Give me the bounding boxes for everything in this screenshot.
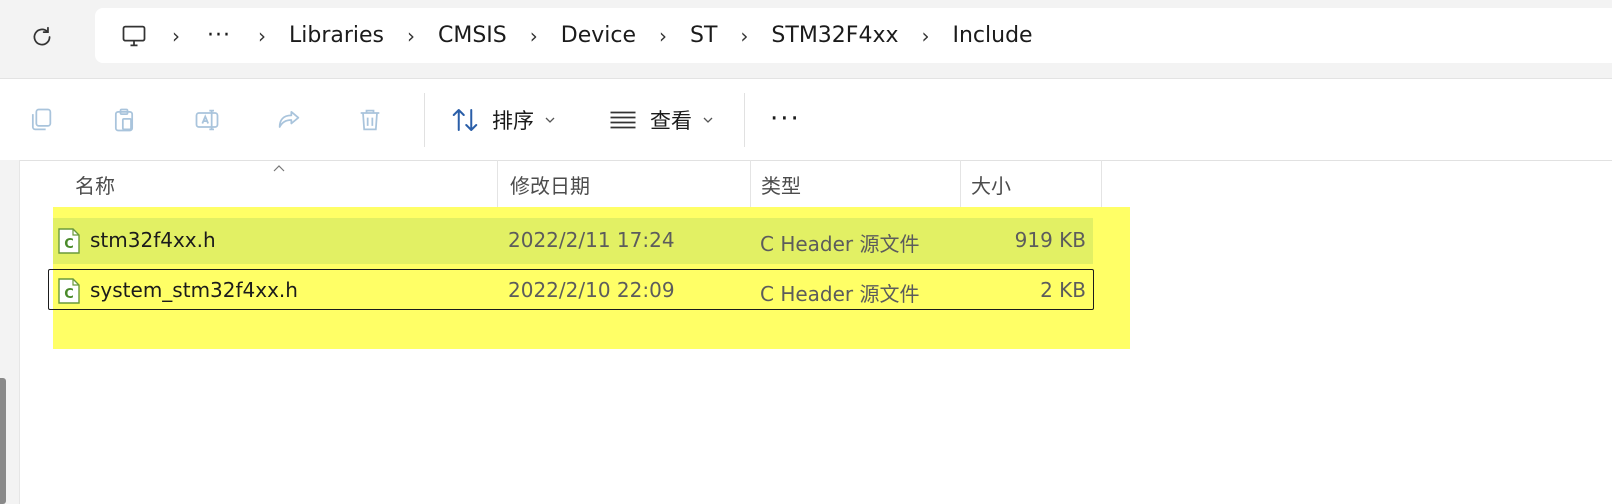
svg-text:C: C	[64, 237, 74, 252]
breadcrumb-item-libraries[interactable]: Libraries	[289, 23, 384, 48]
file-modified: 2022/2/10 22:09	[508, 278, 675, 302]
column-divider[interactable]	[1101, 160, 1102, 208]
toolbar-divider	[424, 93, 425, 147]
column-divider[interactable]	[750, 160, 751, 208]
svg-text:C: C	[64, 287, 74, 302]
column-header-label: 修改日期	[510, 173, 590, 198]
view-label: 查看	[650, 109, 692, 133]
chevron-right-icon[interactable]: ›	[717, 24, 771, 48]
column-header-modified[interactable]: 修改日期	[510, 160, 740, 208]
file-size: 2 KB	[1040, 278, 1086, 302]
file-size: 919 KB	[1014, 228, 1086, 252]
toolbar-divider	[744, 93, 745, 147]
view-icon	[610, 111, 636, 129]
breadcrumb-item-st[interactable]: ST	[690, 23, 717, 48]
column-header-label: 类型	[761, 173, 801, 198]
c-file-icon: C	[58, 228, 80, 254]
sort-button[interactable]: 排序	[450, 101, 556, 139]
file-name: system_stm32f4xx.h	[90, 278, 298, 302]
breadcrumb-item-stm32f4xx[interactable]: STM32F4xx	[771, 23, 898, 48]
column-divider[interactable]	[497, 160, 498, 208]
column-divider[interactable]	[960, 160, 961, 208]
chevron-right-icon[interactable]: ›	[149, 24, 203, 48]
column-header-label: 大小	[971, 173, 1011, 198]
chevron-down-icon	[702, 114, 714, 126]
breadcrumb-item-cmsis[interactable]: CMSIS	[438, 23, 507, 48]
delete-icon[interactable]	[353, 103, 387, 137]
chevron-right-icon[interactable]: ›	[507, 24, 561, 48]
address-bar-row: › ··· › Libraries › CMSIS › Device › ST …	[0, 0, 1612, 79]
breadcrumb-overflow-button[interactable]: ···	[203, 23, 235, 48]
breadcrumb-item-device[interactable]: Device	[561, 23, 636, 48]
column-header-label: 名称	[75, 173, 115, 198]
command-bar: 排序 查看 ···	[0, 79, 1612, 161]
file-modified: 2022/2/11 17:24	[508, 228, 675, 252]
chevron-right-icon[interactable]: ›	[636, 24, 690, 48]
file-name: stm32f4xx.h	[90, 228, 216, 252]
sort-label: 排序	[492, 109, 534, 133]
navigation-scrollbar-thumb[interactable]	[0, 378, 6, 504]
breadcrumb-item-include[interactable]: Include	[953, 23, 1033, 48]
rename-icon[interactable]	[190, 103, 224, 137]
view-button[interactable]: 查看	[608, 101, 714, 139]
sort-icon	[452, 109, 478, 131]
column-header-name[interactable]: 名称	[75, 160, 495, 208]
chevron-down-icon	[544, 114, 556, 126]
refresh-button[interactable]	[22, 20, 62, 54]
share-icon[interactable]	[272, 103, 306, 137]
copy-icon[interactable]	[24, 103, 58, 137]
file-type: C Header 源文件	[760, 232, 920, 256]
column-header-size[interactable]: 大小	[971, 160, 1091, 208]
chevron-right-icon[interactable]: ›	[235, 24, 289, 48]
chevron-right-icon[interactable]: ›	[384, 24, 438, 48]
c-file-icon: C	[58, 278, 80, 304]
paste-icon[interactable]	[107, 103, 141, 137]
breadcrumb[interactable]: › ··· › Libraries › CMSIS › Device › ST …	[95, 8, 1612, 63]
refresh-icon	[33, 26, 51, 46]
this-pc-icon[interactable]	[119, 21, 149, 51]
chevron-right-icon[interactable]: ›	[899, 24, 953, 48]
file-type: C Header 源文件	[760, 282, 920, 306]
column-header-type[interactable]: 类型	[761, 160, 951, 208]
more-options-button[interactable]: ···	[770, 106, 801, 132]
